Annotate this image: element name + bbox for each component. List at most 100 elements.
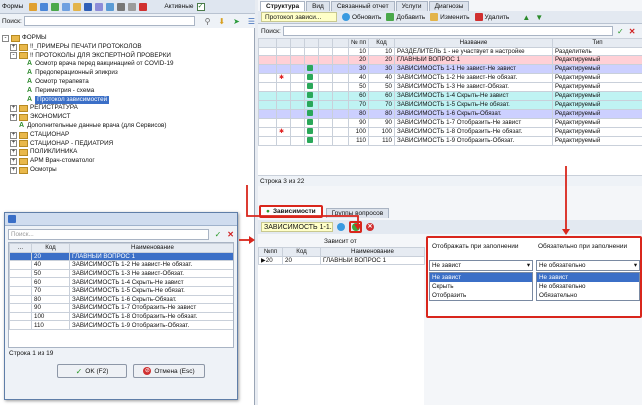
table-row[interactable]: 20 ГЛАВНЫЙ ВОПРОС 1	[9, 251, 233, 262]
expand-toggle-icon[interactable]: +	[10, 166, 17, 174]
add-folder-icon[interactable]	[40, 2, 49, 11]
tree-item[interactable]: + Осмотры	[0, 166, 255, 175]
tree-item[interactable]: + РЕГИСТРАТУРА	[0, 104, 255, 113]
table-row[interactable]: 80 80 ЗАВИСИМОСТЬ 1-6 Скрыть-Обязат. Редакт…	[258, 108, 642, 119]
expand-toggle-icon[interactable]: -	[10, 52, 17, 60]
display-select[interactable]: Не завист ▾	[429, 260, 533, 271]
required-option-1[interactable]: Не обязательно	[537, 282, 639, 291]
add-form-icon[interactable]	[51, 2, 60, 11]
table-row[interactable]: 70 70 ЗАВИСИМОСТЬ 1-5 Скрыть-Не обязат. Ред…	[258, 99, 642, 110]
expand-toggle-icon[interactable]: +	[10, 131, 17, 139]
table-row[interactable]: 80 ЗАВИСИМОСТЬ 1-6 Скрыть-Обязат.	[9, 294, 233, 305]
delete-icon[interactable]	[139, 2, 148, 11]
cancel-button[interactable]: ⊘ Отмена (Esc)	[133, 364, 205, 378]
expand-toggle-icon[interactable]: +	[10, 140, 17, 148]
delete-button[interactable]: Удалить	[474, 13, 509, 21]
expand-toggle-icon[interactable]: +	[10, 43, 17, 51]
dialog-search-input[interactable]: Поиск...	[8, 228, 209, 240]
tree-item[interactable]: + АРМ Врач-стоматолог	[0, 157, 255, 166]
table-row[interactable]: 110 110 ЗАВИСИМОСТЬ 1-9 Отобразить-Обязат.…	[258, 135, 642, 146]
expand-toggle-icon[interactable]: +	[10, 149, 17, 157]
table-row[interactable]: ▶20 20 ГЛАВНЫЙ ВОПРОС 1	[258, 255, 425, 266]
down-arrow-icon[interactable]: ⬇	[218, 17, 225, 26]
refresh-icon[interactable]	[29, 2, 38, 11]
tab-structure[interactable]: Структура	[260, 1, 306, 11]
tree-item[interactable]: A Дополнительные данные врача (для Сервис…	[0, 122, 255, 131]
tree-item[interactable]: A Осмотр врача перед вакцинацией от COVID…	[0, 60, 255, 69]
active-checkbox[interactable]: ✓	[196, 2, 205, 11]
display-option-2[interactable]: Отобразить	[430, 291, 532, 300]
structure-search-input[interactable]	[283, 26, 613, 36]
dialog-col-name[interactable]: Наименование	[69, 243, 233, 253]
expand-toggle-icon[interactable]: -	[2, 34, 9, 42]
search-icon[interactable]: ⚲	[205, 17, 211, 26]
tab-linked-report[interactable]: Связанный отчет	[330, 1, 395, 11]
table-row[interactable]: 60 ЗАВИСИМОСТЬ 1-4 Скрыть-Не завист	[9, 277, 233, 287]
col-type[interactable]: Тип	[552, 38, 642, 48]
dep-col-name[interactable]: Наименование	[320, 247, 425, 257]
table-row[interactable]: 50 50 ЗАВИСИМОСТЬ 1-3 Не завист-Обязат. Ред…	[258, 81, 642, 92]
sort-down-icon[interactable]: ▼	[535, 13, 543, 22]
refresh-icon[interactable]	[337, 223, 345, 231]
dep-col-code[interactable]: Код	[282, 247, 321, 257]
ok-button[interactable]: ✓ OK (F2)	[57, 364, 127, 378]
refresh-button[interactable]: Обновить	[342, 13, 381, 21]
table-row[interactable]: ✱ 100 100 ЗАВИСИМОСТЬ 1-8 Отобразить-Не обя…	[258, 126, 642, 137]
apply-check-icon[interactable]: ✓	[617, 27, 624, 36]
table-row[interactable]: 30 30 ЗАВИСИМОСТЬ 1-1 Не завист-Не завист Р…	[258, 63, 642, 74]
tree-item[interactable]: + !!_ПРИМЕРЫ ПЕЧАТИ ПРОТОКОЛОВ	[0, 43, 255, 52]
tree-item[interactable]: A Периметрия - схема	[0, 87, 255, 96]
dialog-col-code[interactable]: Код	[31, 243, 70, 253]
required-option-0[interactable]: Не завист	[537, 273, 639, 282]
dep-col-num[interactable]: №пп	[258, 247, 283, 257]
tree-item[interactable]: A Предоперационный эпикриз	[0, 69, 255, 78]
tab-view[interactable]: Вид	[306, 1, 330, 11]
table-row[interactable]: 10 10 РАЗДЕЛИТЕЛЬ 1 - не участвует в настр…	[258, 46, 642, 57]
clear-x-icon[interactable]: ✕	[629, 27, 636, 36]
tree-item[interactable]: - ФОРМЫ	[0, 34, 255, 43]
tree-item[interactable]: + ПОЛИКЛИНИКА	[0, 148, 255, 157]
expand-toggle-icon[interactable]: +	[10, 105, 17, 113]
save-icon[interactable]	[84, 2, 93, 11]
table-row[interactable]: 100 ЗАВИСИМОСТЬ 1-8 Отобразить-Не обязат.	[9, 311, 233, 322]
required-option-2[interactable]: Обязательно	[537, 291, 639, 300]
required-select[interactable]: Не обязательно ▾	[536, 260, 640, 271]
table-row[interactable]: 60 60 ЗАВИСИМОСТЬ 1-4 Скрыть-Не завист Реда…	[258, 90, 642, 101]
table-row[interactable]: 40 ЗАВИСИМОСТЬ 1-2 Не завист-Не обязат.	[9, 260, 233, 270]
table-row[interactable]: ✱ 40 40 ЗАВИСИМОСТЬ 1-2 Не завист-Не обязат…	[258, 72, 642, 83]
tag-icon[interactable]	[95, 2, 104, 11]
table-row[interactable]: 90 90 ЗАВИСИМОСТЬ 1-7 Отобразить-Не завист…	[258, 117, 642, 128]
clear-x-icon[interactable]: ✕	[227, 230, 234, 239]
table-row[interactable]: 110 ЗАВИСИМОСТЬ 1-9 Отобразить-Обязат.	[9, 320, 233, 330]
tab-question-groups[interactable]: Группы вопросов	[325, 208, 390, 218]
tree-item[interactable]: + СТАЦИОНАР - ПЕДИАТРИЯ	[0, 140, 255, 149]
filter-icon[interactable]: ➤	[233, 17, 240, 26]
tree-item[interactable]: A Протокол зависимостей	[0, 95, 255, 105]
copy-icon[interactable]	[62, 2, 71, 11]
sort-up-icon[interactable]: ▲	[522, 13, 530, 22]
edit-icon[interactable]	[73, 2, 82, 11]
display-option-0[interactable]: Не завист	[430, 273, 532, 282]
remove-dependency-icon[interactable]: ✕	[366, 223, 374, 231]
document-name-field[interactable]: Протокол зависи...	[261, 12, 337, 22]
dependency-name-field[interactable]: ЗАВИСИМОСТЬ 1-1...	[261, 222, 333, 232]
table-row[interactable]: 50 ЗАВИСИМОСТЬ 1-3 Не завист-Обязат.	[9, 268, 233, 279]
apply-check-icon[interactable]: ✓	[215, 230, 222, 239]
add-button[interactable]: Добавить	[386, 13, 425, 21]
edit-button[interactable]: Изменить	[430, 13, 470, 21]
col-name[interactable]: Название	[394, 38, 553, 48]
menu-icon[interactable]: ☰	[248, 17, 255, 26]
col-num[interactable]: № пп	[348, 38, 369, 48]
table-row[interactable]: 20 20 ГЛАВНЫЙ ВОПРОС 1 Редактируемый	[258, 55, 642, 65]
tree-item[interactable]: + СТАЦИОНАР	[0, 131, 255, 140]
table-row[interactable]: 90 ЗАВИСИМОСТЬ 1-7 Отобразить-Не завист	[9, 303, 233, 313]
settings-icon[interactable]	[128, 2, 137, 11]
tab-services[interactable]: Услуги	[395, 1, 428, 11]
print-icon[interactable]	[117, 2, 126, 11]
expand-toggle-icon[interactable]: +	[10, 114, 17, 122]
tree-item[interactable]: A Осмотр терапевта	[0, 78, 255, 87]
table-row[interactable]: 70 ЗАВИСИМОСТЬ 1-5 Скрыть-Не обязат.	[9, 285, 233, 296]
search-input[interactable]	[23, 16, 195, 26]
expand-toggle-icon[interactable]: +	[10, 158, 17, 166]
col-code[interactable]: Код	[368, 38, 395, 48]
